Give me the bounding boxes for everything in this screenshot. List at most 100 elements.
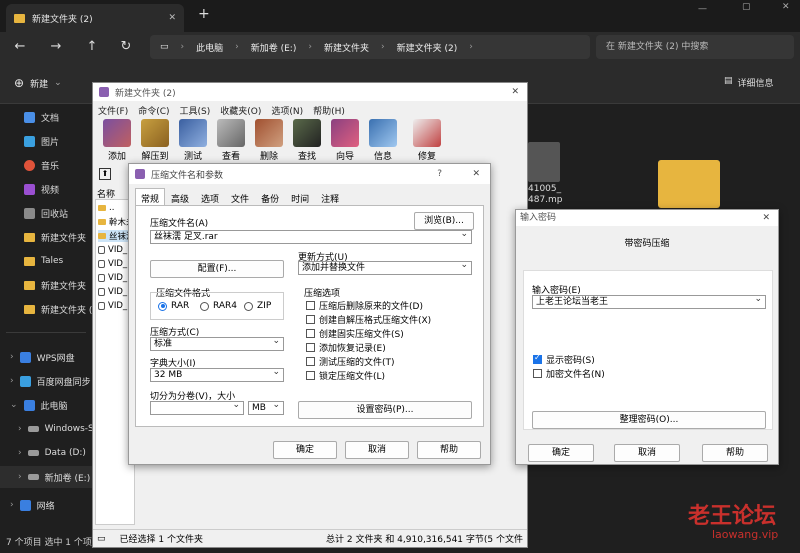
back-icon[interactable]: ← [10,38,30,56]
add-button[interactable]: 添加 [99,119,135,165]
explorer-tab[interactable]: 新建文件夹 (2) ✕ [6,4,184,32]
computer-icon [23,399,35,411]
delete-icon [255,119,283,147]
sidebar-item-network[interactable]: › 网络 [0,494,92,516]
sidebar-item-drive-c[interactable]: › Windows-S [0,418,92,440]
test-archive-checkbox[interactable]: 测试压缩的文件(T) [306,355,395,368]
tab-options[interactable]: 选项 [195,188,225,206]
sidebar-item-folder[interactable]: 新建文件夹 [0,274,92,296]
format-zip-radio[interactable]: ZIP [244,301,271,311]
refresh-icon[interactable]: ↻ [116,38,136,56]
first-aid-icon [413,119,441,147]
new-button[interactable]: ⊕ 新建 ⌄ [14,76,62,90]
breadcrumb-item[interactable]: 新建文件夹 [324,41,369,54]
view-button[interactable]: 查看 [213,119,249,165]
up-icon[interactable]: ↑ [82,38,102,56]
sidebar-item-folder[interactable]: 新建文件夹 ( [0,298,92,320]
maximize-icon[interactable]: ▢ [742,2,751,12]
extract-button[interactable]: 解压到 [137,119,173,165]
dictionary-select[interactable]: 32 MB [150,368,284,382]
menu-tools[interactable]: 工具(S) [180,104,211,117]
sidebar-item-tales[interactable]: Tales [0,250,92,272]
details-button[interactable]: ▤ 详细信息 [724,76,774,89]
new-tab-icon[interactable]: + [198,6,210,22]
recovery-record-checkbox[interactable]: 添加恢复记录(E) [306,341,386,354]
cancel-button[interactable]: 取消 [345,441,409,459]
close-icon[interactable]: ✕ [511,87,519,97]
video-file-icon [98,302,105,310]
sidebar-item-recycle-bin[interactable]: 回收站 [0,202,92,224]
tab-backup[interactable]: 备份 [255,188,285,206]
address-bar[interactable]: ▭ › 此电脑 › 新加卷 (E:) › 新建文件夹 › 新建文件夹 (2) › [150,35,590,59]
split-size-select[interactable] [150,401,244,415]
sidebar-item-videos[interactable]: 视频 [0,178,92,200]
solid-checkbox[interactable]: 创建固实压缩文件(S) [306,327,404,340]
lock-archive-checkbox[interactable]: 锁定压缩文件(L) [306,369,385,382]
method-select[interactable]: 标准 [150,337,284,351]
sidebar-item-documents[interactable]: 文档 [0,106,92,128]
menu-file[interactable]: 文件(F) [98,104,128,117]
help-button[interactable]: 帮助 [702,444,768,462]
breadcrumb-item[interactable]: 此电脑 [196,41,223,54]
close-icon[interactable]: ✕ [762,210,770,226]
chevron-down-icon: ⌄ [54,78,62,88]
split-unit-select[interactable]: MB [248,401,284,415]
update-mode-select[interactable]: 添加并替换文件 [298,261,472,275]
sidebar-item-wps[interactable]: › WPS网盘 [0,346,92,368]
ok-button[interactable]: 确定 [273,441,337,459]
wizard-button[interactable]: 向导 [327,119,363,165]
sidebar-item-folder[interactable]: 新建文件夹 [0,226,92,248]
cancel-button[interactable]: 取消 [614,444,680,462]
explorer-nav-bar: ← → ↑ ↻ ▭ › 此电脑 › 新加卷 (E:) › 新建文件夹 › 新建文… [0,32,800,62]
sidebar-item-drive-e[interactable]: › 新加卷 (E:) [0,466,92,488]
tab-comment[interactable]: 注释 [315,188,345,206]
search-input[interactable]: 在 新建文件夹 (2) 中搜索 [596,35,794,59]
ok-button[interactable]: 确定 [528,444,594,462]
drive-icon: ▭ [97,533,106,544]
menu-favorites[interactable]: 收藏夹(O) [220,104,261,117]
sidebar-item-music[interactable]: 音乐 [0,154,92,176]
encrypt-filenames-checkbox[interactable]: 加密文件名(N) [533,367,605,380]
menu-options[interactable]: 选项(N) [271,104,303,117]
tab-files[interactable]: 文件 [225,188,255,206]
set-password-button[interactable]: 设置密码(P)... [298,401,472,419]
breadcrumb-item[interactable]: 新建文件夹 (2) [397,41,458,54]
video-thumbnail[interactable] [528,142,560,182]
up-folder-icon[interactable]: ⬆ [99,168,111,180]
format-rar4-radio[interactable]: RAR4 [200,301,237,311]
sidebar-item-this-pc[interactable]: ⌄ 此电脑 [0,394,92,416]
tab-general[interactable]: 常规 [135,188,166,206]
format-rar-radio[interactable]: RAR [158,301,189,311]
folder-icon [24,304,35,314]
menu-command[interactable]: 命令(C) [138,104,169,117]
help-button[interactable]: 帮助 [417,441,481,459]
tab-advanced[interactable]: 高级 [165,188,195,206]
forward-icon[interactable]: → [46,38,66,56]
minimize-icon[interactable]: — [698,4,707,14]
sidebar-item-baidu[interactable]: › 百度网盘同步 [0,370,92,392]
password-input[interactable]: 上老王论坛当老王 [532,295,766,309]
test-button[interactable]: 测试 [175,119,211,165]
tab-time[interactable]: 时间 [285,188,315,206]
repair-button[interactable]: 修复 [409,119,445,165]
explorer-status: 7 个项目 选中 1 个项目 [0,534,92,553]
delete-after-checkbox[interactable]: 压缩后删除原来的文件(D) [306,299,423,312]
close-window-icon[interactable]: ✕ [782,2,790,12]
sidebar-item-pictures[interactable]: 图片 [0,130,92,152]
organize-passwords-button[interactable]: 整理密码(O)... [532,411,766,429]
info-button[interactable]: 信息 [365,119,401,165]
sfx-checkbox[interactable]: 创建自解压格式压缩文件(X) [306,313,431,326]
browse-button[interactable]: 浏览(B)... [414,212,474,230]
close-icon[interactable]: ✕ [472,169,480,179]
archive-name-input[interactable]: 丝袜濡 足叉.rar [150,230,472,244]
show-password-checkbox[interactable]: 显示密码(S) [533,353,595,366]
find-button[interactable]: 查找 [289,119,325,165]
help-mark[interactable]: ? [437,169,442,179]
breadcrumb-item[interactable]: 新加卷 (E:) [251,41,297,54]
profiles-button[interactable]: 配置(F)... [150,260,284,278]
menu-help[interactable]: 帮助(H) [313,104,345,117]
sidebar-item-drive-d[interactable]: › Data (D:) [0,442,92,464]
folder-icon[interactable] [658,160,720,208]
close-icon[interactable]: ✕ [168,13,176,23]
delete-button[interactable]: 删除 [251,119,287,165]
